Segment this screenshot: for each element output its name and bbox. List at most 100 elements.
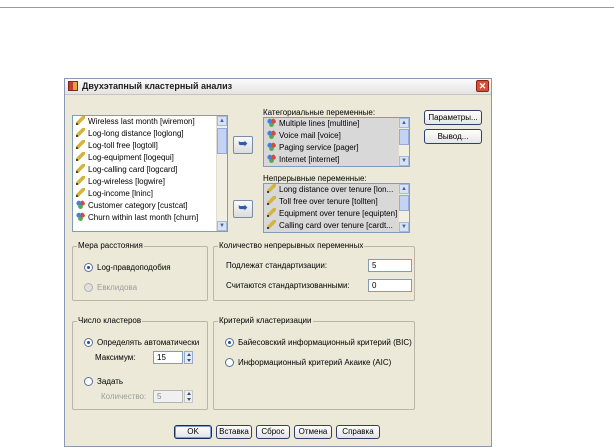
pencil-icon [76,140,85,150]
categorical-variable-list[interactable]: Multiple lines [multline] Voice mail [voi… [263,117,410,167]
bic-radio[interactable] [225,338,234,347]
list-item-label: Long distance over tenure [lon... [279,185,394,194]
close-button[interactable]: ✕ [476,80,489,92]
reset-button[interactable]: Сброс [256,425,290,439]
list-item[interactable]: Log-long distance [loglong] [73,128,227,140]
help-button[interactable]: Справка [336,425,380,439]
scroll-down-icon[interactable]: ▼ [217,221,227,231]
clustering-criterion-title: Критерий кластеризации [218,316,313,325]
list-item[interactable]: Wireless last month [wiremon] [73,116,227,128]
title-bar: Двухэтапный кластерный анализ ✕ [65,79,491,95]
list-item[interactable]: Churn within last month [churn] [73,212,227,224]
list-item[interactable]: Multiple lines [multline] [264,118,409,130]
output-button[interactable]: Вывод... [424,129,482,144]
loglikelihood-label[interactable]: Log-правдоподобия [97,263,171,272]
continuous-variable-list[interactable]: Long distance over tenure [lon... Toll fr… [263,183,410,233]
options-button[interactable]: Параметры... [424,110,482,125]
pencil-icon [267,184,276,194]
scroll-up-icon[interactable]: ▲ [399,184,409,194]
list-item[interactable]: Calling card over tenure [cardt... [264,220,409,232]
pencil-icon [76,188,85,198]
aic-radio[interactable] [225,358,234,367]
scroll-thumb[interactable] [399,129,409,145]
list-item-label: Voice mail [voice] [279,131,341,140]
list-item[interactable]: Voice mail [voice] [264,130,409,142]
list-item[interactable]: Customer category [custcat] [73,200,227,212]
scroll-up-icon[interactable]: ▲ [217,116,227,126]
continuous-count-title: Количество непрерывных переменных [218,241,365,250]
number-of-clusters-title: Число кластеров [77,316,143,325]
app-icon [68,81,78,91]
list-item[interactable]: Log-calling card [logcard] [73,164,227,176]
assumed-standardized-label: Считаются стандартизованными: [226,281,350,290]
list-item[interactable]: Log-equipment [logequi] [73,152,227,164]
two-step-cluster-dialog: Двухэтапный кластерный анализ ✕ Wireless… [64,78,492,447]
ok-button[interactable]: OK [174,425,212,439]
pencil-icon [76,152,85,162]
maximum-label: Максимум: [95,353,136,362]
list-item-label: Customer category [custcat] [88,201,188,210]
top-divider [0,7,614,8]
source-variable-list[interactable]: Wireless last month [wiremon] Log-long di… [72,115,228,232]
list-item-label: Calling card over tenure [cardt... [279,221,393,230]
maximum-field[interactable]: 15 [153,351,183,364]
pencil-icon [267,220,276,230]
pencil-icon [76,128,85,138]
scroll-thumb[interactable] [399,195,409,211]
list-item-label: Toll free over tenure [tollten] [279,197,378,206]
list-item-label: Paging service [pager] [279,143,359,152]
assumed-standardized-field[interactable]: 0 [368,279,412,292]
category-icon [267,130,276,140]
list-item[interactable]: Equipment over tenure [equipten] [264,208,409,220]
list-item[interactable]: Internet [internet] [264,154,409,166]
euclidean-label[interactable]: Евклидова [97,283,137,292]
aic-label[interactable]: Информационный критерий Акаике (AIC) [238,358,391,367]
list-item[interactable]: Log-toll free [logtoll] [73,140,227,152]
list-item[interactable]: Log-wireless [logwire] [73,176,227,188]
auto-determine-radio[interactable] [84,338,93,347]
move-to-continuous-button[interactable]: ➥ [233,200,253,218]
continuous-count-group: Количество непрерывных переменных Подлеж… [213,241,415,301]
list-item[interactable]: Long distance over tenure [lon... [264,184,409,196]
pencil-icon [267,196,276,206]
category-icon [267,142,276,152]
list-item-label: Equipment over tenure [equipten] [279,209,398,218]
count-field[interactable]: 5 [153,390,183,403]
categorical-list-scrollbar[interactable]: ▲ ▼ [398,118,409,166]
scroll-thumb[interactable] [217,128,227,154]
scroll-up-icon[interactable]: ▲ [399,118,409,128]
count-stepper[interactable] [184,390,193,403]
dialog-title: Двухэтапный кластерный анализ [82,81,233,91]
continuous-list-scrollbar[interactable]: ▲ ▼ [398,184,409,232]
list-item-label: Log-wireless [logwire] [88,177,165,186]
list-item[interactable]: Log-income [lninc] [73,188,227,200]
specify-fixed-radio[interactable] [84,377,93,386]
clustering-criterion-group: Критерий кластеризации Байесовский инфор… [213,316,415,410]
category-icon [76,212,85,222]
maximum-stepper[interactable] [184,351,193,364]
euclidean-radio[interactable] [84,283,93,292]
pencil-icon [267,208,276,218]
category-icon [76,200,85,210]
list-item-label: Log-long distance [loglong] [88,129,184,138]
list-item-label: Log-income [lninc] [88,189,153,198]
list-item[interactable]: Toll free over tenure [tollten] [264,196,409,208]
specify-fixed-label[interactable]: Задать [97,377,123,386]
scroll-down-icon[interactable]: ▼ [399,222,409,232]
paste-button[interactable]: Вставка [216,425,252,439]
bic-label[interactable]: Байесовский информационный критерий (BIC… [238,338,412,347]
cancel-button[interactable]: Отмена [294,425,332,439]
category-icon [267,118,276,128]
list-item-label: Wireless last month [wiremon] [88,117,195,126]
loglikelihood-radio[interactable] [84,263,93,272]
standardize-label: Подлежат стандартизации: [226,261,328,270]
scroll-down-icon[interactable]: ▼ [399,156,409,166]
move-to-categorical-button[interactable]: ➥ [233,136,253,154]
auto-determine-label[interactable]: Определять автоматически [97,338,199,347]
category-icon [267,154,276,164]
categorical-label: Категориальные переменные: [263,108,376,117]
standardize-count-field[interactable]: 5 [368,259,412,272]
source-list-scrollbar[interactable]: ▲ ▼ [216,116,227,231]
list-item[interactable]: Paging service [pager] [264,142,409,154]
pencil-icon [76,164,85,174]
